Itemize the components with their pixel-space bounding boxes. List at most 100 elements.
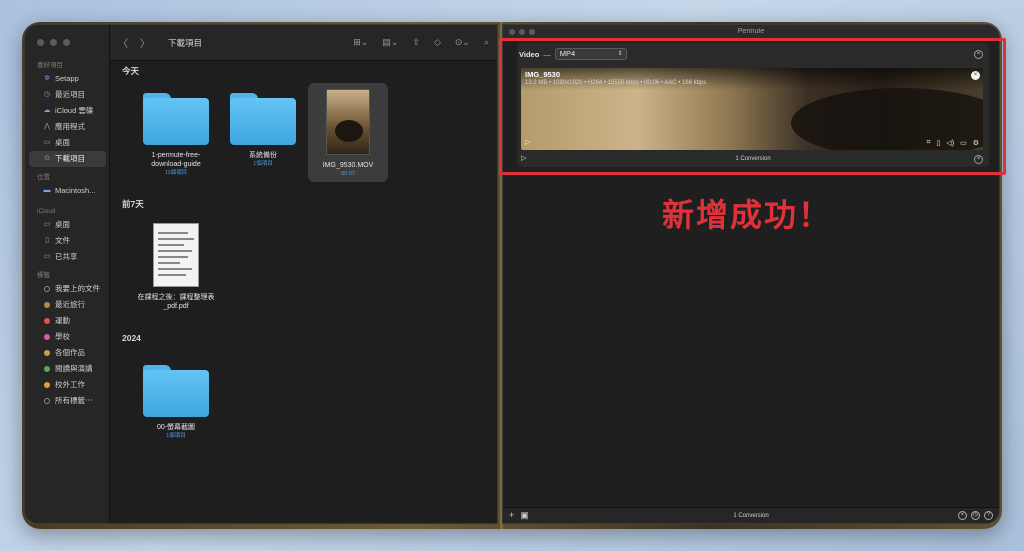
conversion-card: Video — MP4 ⇕ × IMG_9530 13.2 MB • 1080x1…	[517, 43, 989, 167]
file-item-pdf[interactable]: 在課程之後：課程整理表_pdf.pdf	[136, 223, 216, 311]
all-tags-icon	[44, 398, 50, 404]
permute-bottom-bar: + ▣ 1 Conversion × ◷ ?	[503, 507, 999, 523]
file-name: 在課程之後：課程整理表_pdf.pdf	[137, 294, 215, 310]
sidebar-item-applications[interactable]: ⋀ 應用程式	[29, 119, 106, 135]
window-controls	[37, 39, 70, 46]
sidebar-icloud: iCloud ▭ 桌面 ▯ 文件 ▭ 已共享	[25, 207, 110, 265]
desktop-background: 喜好項目 ✲ Setapp ◷ 最近項目 ☁ iCloud 雲碟 ⋀ 應用程式 ▭ 桌面 …	[22, 22, 1002, 529]
file-name: 系統備份	[249, 152, 277, 159]
setapp-icon: ✲	[44, 75, 50, 82]
finder-toolbar: 〈 〉 下載項目 ⊞⌄ ▤⌄ ⇧ ◇ ⊙⌄ ⌕	[110, 25, 497, 61]
remove-card-icon[interactable]: ×	[974, 50, 983, 59]
media-type-label: Video	[519, 49, 540, 59]
video-preview: IMG_9530 13.2 MB • 1080x1920 • H264 • 15…	[521, 68, 983, 150]
group-header-today: 今天	[122, 66, 140, 76]
shared-folder-icon: ▭	[43, 253, 51, 260]
history-icon[interactable]: ◷	[971, 511, 980, 520]
tag-icon[interactable]: ◇	[434, 37, 441, 48]
sidebar-tag-all[interactable]: 所有標籤⋯	[29, 393, 106, 409]
folder-icon	[230, 93, 296, 145]
format-row: Video — MP4 ⇕ ×	[517, 47, 989, 61]
permute-titlebar: Permute	[503, 25, 999, 39]
back-icon[interactable]: 〈	[118, 35, 128, 50]
file-name: 00-螢幕截圖	[156, 424, 196, 431]
sidebar-item-setapp[interactable]: ✲ Setapp	[29, 71, 106, 87]
sidebar-tag-item[interactable]: 學校	[29, 329, 106, 345]
view-grid-icon[interactable]: ⊞⌄	[353, 37, 368, 48]
finder-window: 喜好項目 ✲ Setapp ◷ 最近項目 ☁ iCloud 雲碟 ⋀ 應用程式 ▭ 桌面 …	[24, 24, 498, 524]
sidebar-item-icloud-drive[interactable]: ☁ iCloud 雲碟	[29, 103, 106, 119]
desktop-icon: ▭	[43, 139, 51, 146]
video-tools: ⌗ ▯ ◁) ▭ ⚙	[927, 139, 979, 147]
disk-icon: ▬	[43, 187, 51, 194]
sidebar-item-macintosh[interactable]: ▬ Macintosh...	[29, 183, 106, 199]
clear-icon[interactable]: ×	[958, 511, 967, 520]
app-title: Permute	[737, 28, 765, 35]
tag-dot-icon	[44, 302, 50, 308]
audio-icon[interactable]: ◁)	[946, 139, 954, 147]
group-icon[interactable]: ▤⌄	[382, 37, 398, 48]
forward-icon[interactable]: 〉	[140, 35, 150, 50]
play-icon[interactable]: ▷	[525, 138, 530, 146]
trim-icon[interactable]: ▯	[937, 139, 941, 147]
search-icon[interactable]: ⌕	[484, 37, 489, 48]
sidebar-section-head: 喜好項目	[37, 62, 63, 69]
help-icon[interactable]: ?	[984, 511, 993, 520]
sidebar-item-icloud-desktop[interactable]: ▭ 桌面	[29, 217, 106, 233]
pdf-thumbnail	[153, 223, 199, 287]
sidebar-item-downloads[interactable]: ⊙ 下載項目	[29, 151, 106, 167]
finder-sidebar: 喜好項目 ✲ Setapp ◷ 最近項目 ☁ iCloud 雲碟 ⋀ 應用程式 ▭ 桌面 …	[25, 25, 110, 523]
share-icon[interactable]: ⇧	[412, 37, 420, 48]
total-conversion-count: 1 Conversion	[733, 513, 769, 519]
file-name: IMG_9530.MOV	[322, 162, 374, 169]
sidebar-item-desktop[interactable]: ▭ 桌面	[29, 135, 106, 151]
more-icon[interactable]: ⊙⌄	[455, 37, 470, 48]
sidebar-tag-item[interactable]: 各個作品	[29, 345, 106, 361]
sidebar-item-shared[interactable]: ▭ 已共享	[29, 249, 106, 265]
sidebar-tags: 標籤 我要上的文件 最近旅行 運動 學校 各個作品 閱讀與演講 校外工作 所有標…	[25, 271, 110, 409]
sidebar-tag-item[interactable]: 我要上的文件	[29, 281, 106, 297]
sidebar-section-head: 位置	[37, 174, 50, 181]
separator-dash: —	[543, 49, 551, 59]
group-header-last7days: 前7天	[122, 199, 144, 209]
apps-icon: ⋀	[44, 123, 50, 130]
file-name: 1-permute-free-download-guide	[151, 152, 201, 168]
group-header-2024: 2024	[122, 333, 141, 343]
file-sub: 00:07	[341, 171, 355, 177]
sidebar-tag-item[interactable]: 校外工作	[29, 377, 106, 393]
subtitle-icon[interactable]: ▭	[960, 139, 967, 147]
conversion-count: 1 Conversion	[735, 156, 771, 162]
format-select[interactable]: MP4 ⇕	[554, 48, 627, 60]
video-meta: 13.2 MB • 1080x1920 • H264 • 15550 kbps …	[525, 80, 707, 86]
file-item-video-selected[interactable]: IMG_9530.MOV 00:07	[308, 83, 388, 182]
sidebar-item-recents[interactable]: ◷ 最近項目	[29, 87, 106, 103]
remove-conversion-icon[interactable]: ×	[974, 155, 983, 164]
chevron-updown-icon: ⇕	[617, 51, 623, 57]
clock-icon: ◷	[43, 91, 51, 98]
folder-icon	[143, 93, 209, 145]
crop-icon[interactable]: ⌗	[927, 139, 931, 147]
sidebar-item-documents[interactable]: ▯ 文件	[29, 233, 106, 249]
close-button[interactable]	[37, 39, 44, 46]
window-title: 下載項目	[168, 37, 203, 48]
tag-dot-icon	[44, 286, 50, 292]
zoom-button[interactable]	[63, 39, 70, 46]
file-item-folder[interactable]: 00-螢幕截圖 1個項目	[136, 365, 216, 440]
tag-dot-icon	[44, 350, 50, 356]
desktop-icon: ▭	[43, 221, 51, 228]
tag-dot-icon	[44, 366, 50, 372]
sidebar-section-head: 標籤	[37, 272, 50, 279]
tag-dot-icon	[44, 382, 50, 388]
sidebar-section-head: iCloud	[37, 208, 56, 215]
sidebar-tag-item[interactable]: 運動	[29, 313, 106, 329]
file-sub: 1個項目	[166, 433, 186, 439]
settings-icon[interactable]: ⚙	[973, 139, 979, 147]
sidebar-tag-item[interactable]: 最近旅行	[29, 297, 106, 313]
file-item-folder[interactable]: 系統備份 1個項目	[223, 93, 303, 168]
remove-video-icon[interactable]: ×	[971, 71, 980, 80]
sidebar-locations: 位置 ▬ Macintosh...	[25, 173, 110, 199]
file-item-folder[interactable]: 1-permute-free-download-guide 11個項目	[136, 93, 216, 177]
minimize-button[interactable]	[50, 39, 57, 46]
sidebar-tag-item[interactable]: 閱讀與演講	[29, 361, 106, 377]
card-footer: ▷ 1 Conversion ×	[517, 153, 989, 165]
